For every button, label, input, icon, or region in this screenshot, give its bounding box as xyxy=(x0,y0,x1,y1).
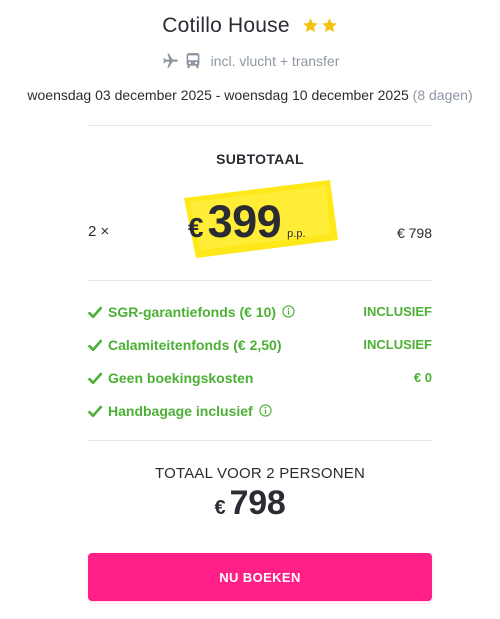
price-per-person: € 399 p.p. xyxy=(180,178,340,260)
total-amount: 798 xyxy=(229,484,286,522)
feature-calamiteitenfonds: Calamiteitenfonds (€ 2,50) INCLUSIEF xyxy=(88,337,432,370)
feature-label: Calamiteitenfonds (€ 2,50) xyxy=(108,337,282,353)
feature-status: € 0 xyxy=(413,370,432,385)
total-title: TOTAAL VOOR 2 PERSONEN xyxy=(154,465,365,482)
hotel-stars xyxy=(302,17,338,34)
transport-label: incl. vlucht + transfer xyxy=(210,53,340,69)
total-currency: € xyxy=(214,497,226,519)
book-now-button[interactable]: NU BOEKEN xyxy=(88,553,432,601)
per-person-label: p.p. xyxy=(287,228,306,240)
star-icon xyxy=(302,17,319,34)
quantity-label: 2 × xyxy=(88,223,110,240)
divider xyxy=(88,125,432,126)
subtotal-title: SUBTOTAAL xyxy=(216,151,304,167)
feature-label: Geen boekingskosten xyxy=(108,370,254,386)
check-icon xyxy=(88,339,102,352)
feature-label: Handbagage inclusief xyxy=(108,403,253,419)
check-icon xyxy=(88,306,102,319)
transport-info: incl. vlucht + transfer xyxy=(0,52,500,70)
date-range: woensdag 03 december 2025 - woensdag 10 … xyxy=(27,87,409,103)
star-icon xyxy=(321,17,338,34)
feature-status: INCLUSIEF xyxy=(363,304,432,319)
trip-duration: (8 dagen) xyxy=(412,87,473,103)
divider xyxy=(88,440,432,441)
feature-geen-boekingskosten: Geen boekingskosten € 0 xyxy=(88,370,432,403)
subtotal-line-total: € 798 xyxy=(396,225,432,241)
price-currency: € xyxy=(188,212,204,243)
info-icon[interactable] xyxy=(282,305,295,318)
booking-summary: Cotillo House incl. vlucht + transfer wo… xyxy=(0,0,500,619)
hotel-header: Cotillo House xyxy=(0,14,500,38)
feature-status: INCLUSIEF xyxy=(363,337,432,352)
feature-sgr-garantiefonds: SGR-garantiefonds (€ 10) INCLUSIEF xyxy=(88,304,432,337)
feature-label: SGR-garantiefonds (€ 10) xyxy=(108,304,277,320)
included-features-list: SGR-garantiefonds (€ 10) INCLUSIEF Calam… xyxy=(88,304,432,436)
bus-icon xyxy=(185,52,201,70)
total-price: € 798 xyxy=(0,484,500,523)
price-amount: 399 xyxy=(207,196,282,247)
travel-dates: woensdag 03 december 2025 - woensdag 10 … xyxy=(0,87,500,103)
check-icon xyxy=(88,405,102,418)
feature-handbagage: Handbagage inclusief xyxy=(88,403,432,436)
divider xyxy=(88,280,432,281)
info-icon[interactable] xyxy=(259,404,272,417)
check-icon xyxy=(88,372,102,385)
hotel-name: Cotillo House xyxy=(162,14,290,37)
plane-icon xyxy=(161,52,179,70)
